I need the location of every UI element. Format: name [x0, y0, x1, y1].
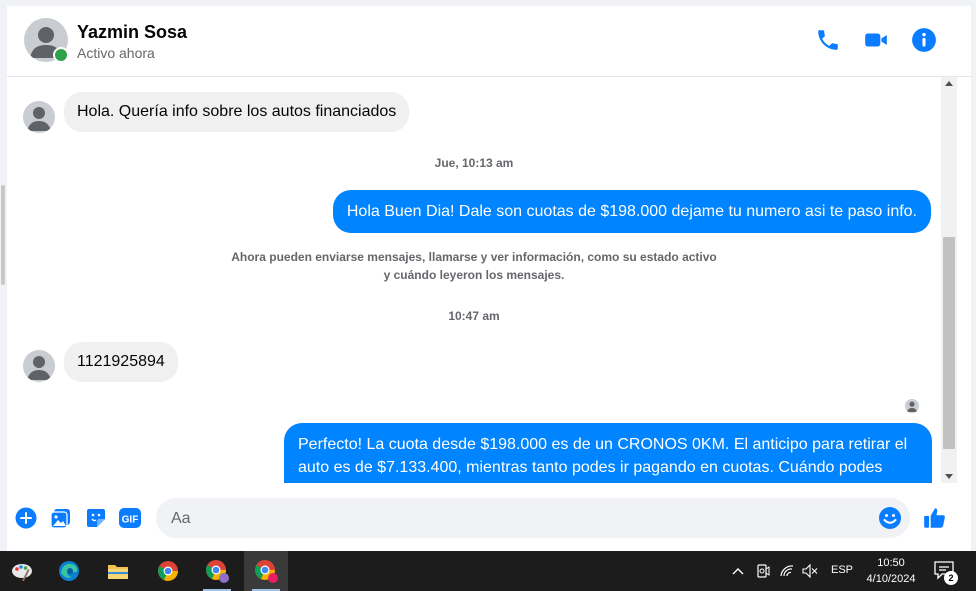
default-user-icon [907, 401, 917, 412]
gif-icon[interactable]: GIF [119, 507, 141, 529]
emoji-icon[interactable] [878, 506, 902, 530]
incoming-message[interactable]: 1121925894 [64, 342, 178, 382]
chrome-profile-icon[interactable] [195, 551, 239, 591]
message-list[interactable]: Hola. Quería info sobre los autos financ… [7, 77, 941, 483]
sender-avatar[interactable] [23, 350, 55, 382]
scroll-thumb[interactable] [943, 237, 955, 449]
scroll-up-arrow-icon[interactable] [945, 81, 953, 86]
message-timestamp: 10:47 am [448, 309, 500, 323]
sender-avatar[interactable] [23, 101, 55, 133]
outgoing-message[interactable]: Hola Buen Dia! Dale son cuotas de $198.0… [332, 190, 931, 233]
message-composer: GIF [7, 483, 971, 551]
chrome-profile-active-icon[interactable] [244, 551, 288, 591]
chrome-icon[interactable] [146, 551, 190, 591]
sticker-icon[interactable] [85, 507, 107, 529]
contact-status: Activo ahora [77, 45, 155, 61]
chat-window: Yazmin Sosa Activo ahora Hola. Quería in… [7, 6, 971, 551]
left-page-scrollbar[interactable] [0, 0, 7, 551]
edge-browser-icon[interactable] [47, 551, 91, 591]
volume-muted-icon[interactable] [802, 563, 818, 584]
paint-app-icon[interactable] [0, 551, 44, 591]
default-user-icon [27, 107, 51, 131]
svg-text:GIF: GIF [122, 515, 139, 526]
video-call-icon[interactable] [863, 27, 889, 53]
input-language[interactable]: ESP [831, 564, 853, 576]
system-notice: Ahora pueden enviarse mensajes, llamarse… [231, 250, 717, 282]
contact-name[interactable]: Yazmin Sosa [77, 22, 187, 43]
thumbs-up-icon[interactable] [922, 505, 948, 531]
notification-count-badge: 2 [944, 571, 958, 585]
message-scrollbar[interactable] [941, 77, 957, 483]
incoming-message[interactable]: Hola. Quería info sobre los autos financ… [64, 92, 410, 132]
message-timestamp: Jue, 10:13 am [434, 156, 514, 170]
default-user-icon [27, 356, 51, 380]
clock-time: 10:50 [877, 557, 905, 569]
clock-date: 4/10/2024 [866, 573, 916, 585]
seen-indicator-avatar [905, 399, 919, 413]
windows-taskbar: ESP 10:50 4/10/2024 [0, 551, 976, 591]
plus-icon[interactable] [15, 507, 37, 529]
outgoing-message[interactable]: Perfecto! La cuota desde $198.000 es de … [284, 423, 932, 483]
info-icon[interactable] [911, 27, 937, 53]
left-scroll-thumb[interactable] [1, 185, 5, 285]
meet-now-icon[interactable] [755, 563, 771, 584]
chat-header: Yazmin Sosa Activo ahora [7, 6, 971, 77]
right-page-edge [971, 0, 976, 551]
message-input[interactable] [169, 498, 873, 540]
photo-gallery-icon[interactable] [50, 507, 72, 529]
online-status-dot [53, 47, 69, 63]
system-clock[interactable]: 10:50 4/10/2024 [856, 555, 926, 587]
scroll-down-arrow-icon[interactable] [945, 474, 953, 479]
show-hidden-icons-chevron-icon[interactable] [731, 564, 745, 583]
file-explorer-icon[interactable] [96, 551, 140, 591]
message-input-box[interactable] [156, 498, 910, 540]
wifi-icon[interactable] [779, 563, 795, 584]
phone-call-icon[interactable] [815, 27, 841, 53]
